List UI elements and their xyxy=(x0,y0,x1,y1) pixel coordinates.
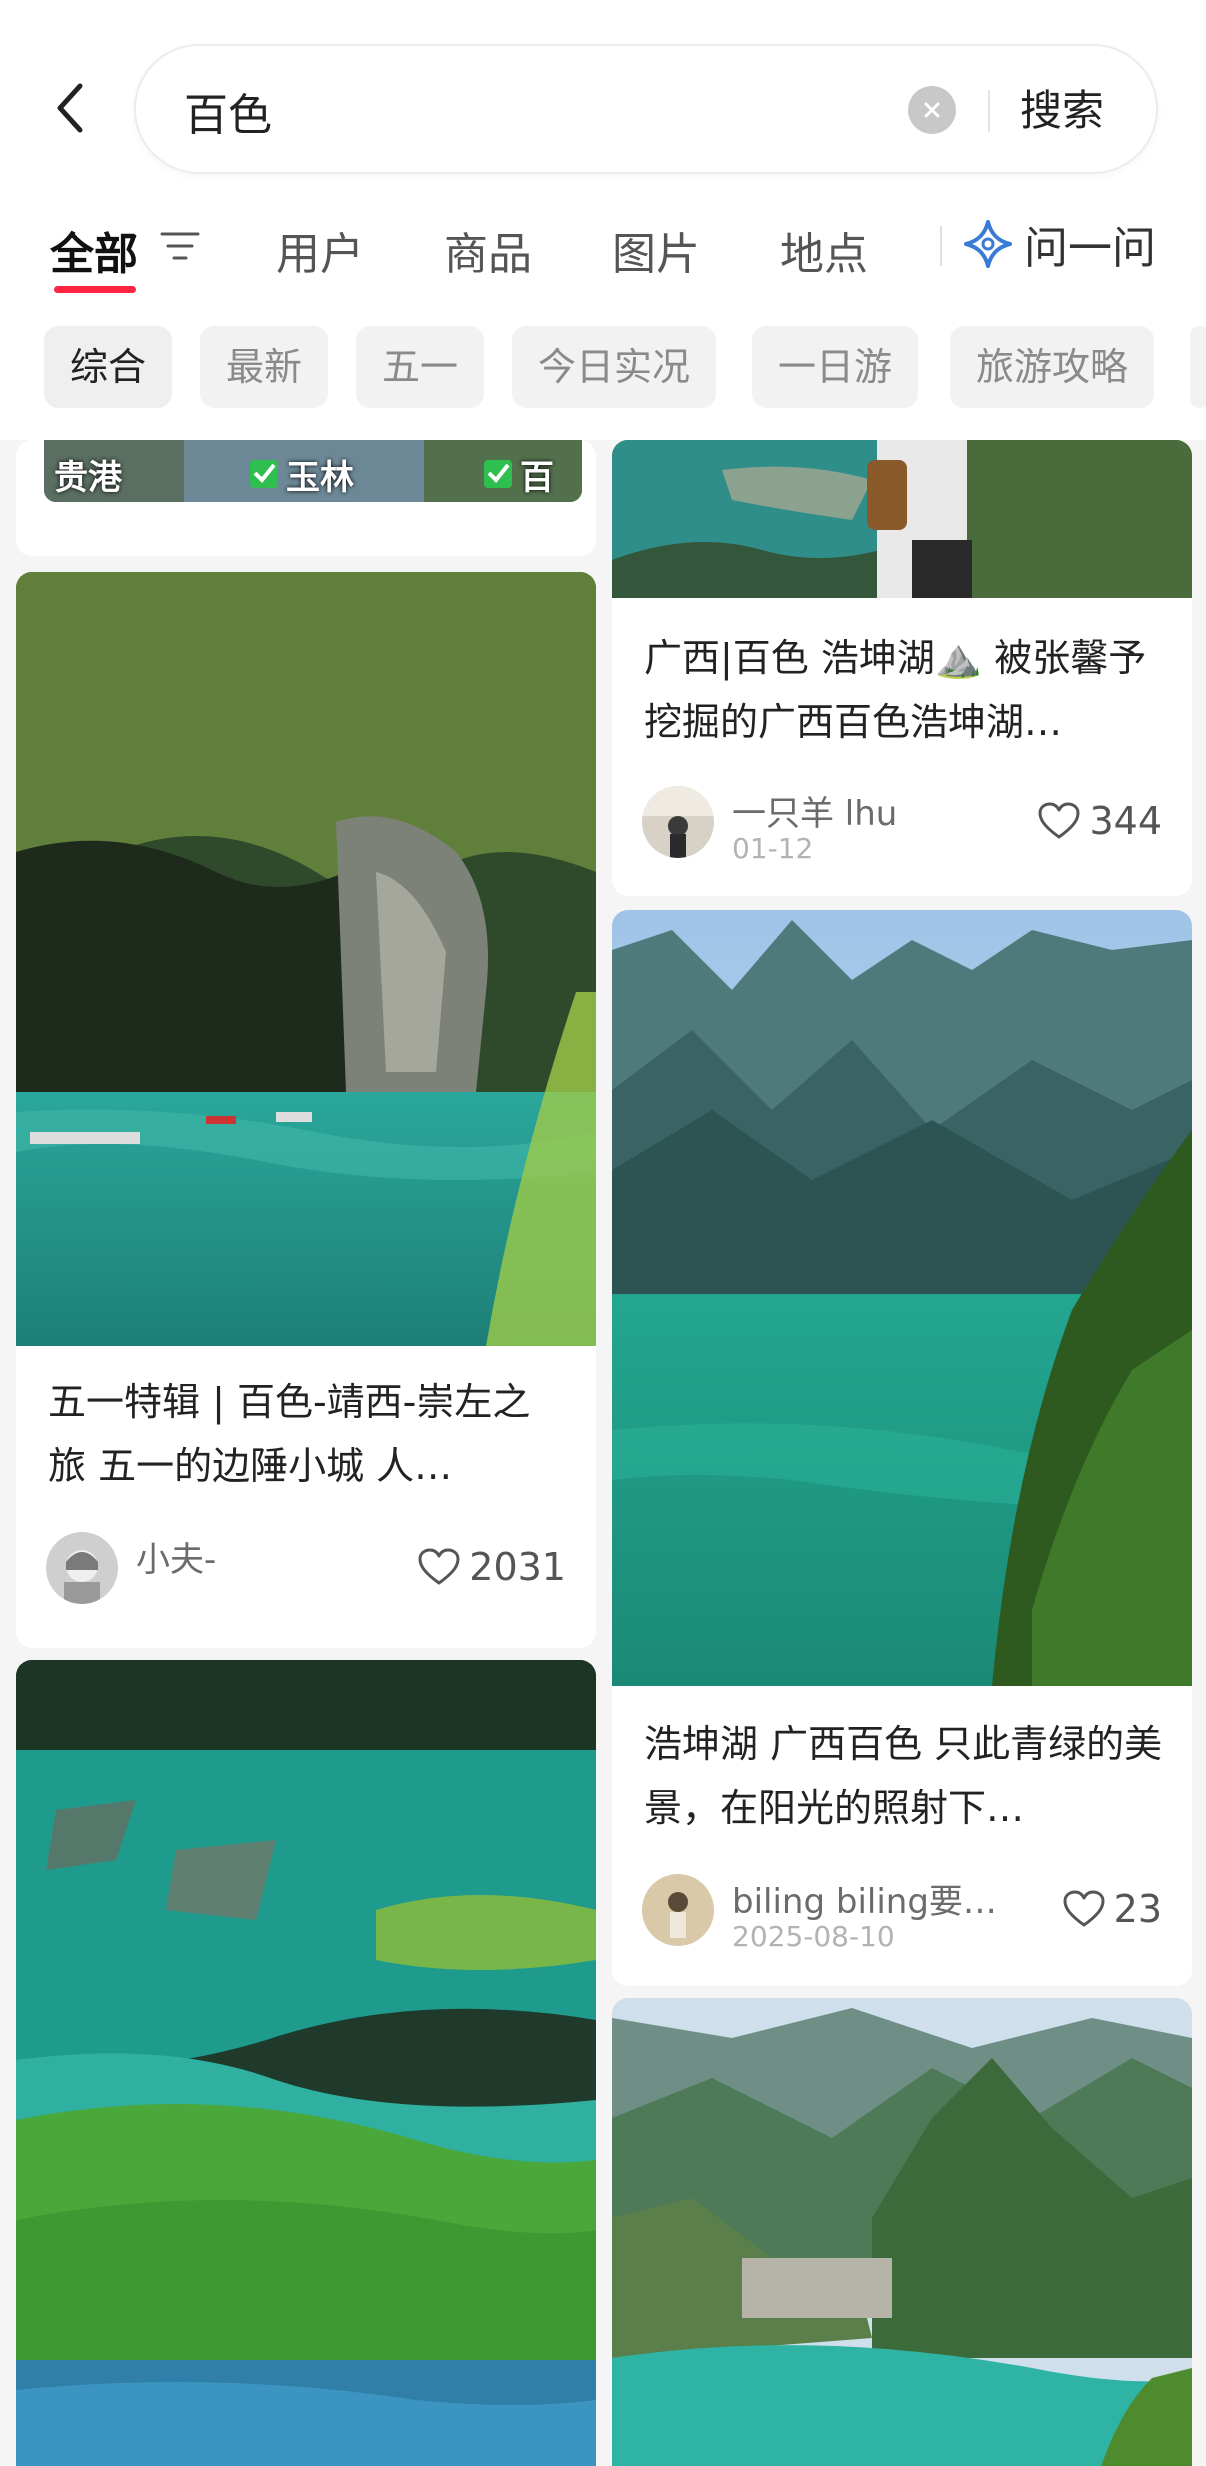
like-count: 2031 xyxy=(469,1545,566,1589)
card-title: 五一特辑 | 百色-靖西-崇左之旅 五一的边陲小城 人… xyxy=(48,1380,531,1488)
avatar[interactable] xyxy=(642,786,714,858)
card-title: 浩坤湖 广西百色 只此青绿的美景，在阳光的照射下… xyxy=(644,1722,1163,1830)
card-image xyxy=(16,1660,596,2466)
tab-products[interactable]: 商品 xyxy=(444,218,532,282)
author-name[interactable]: 小夫- xyxy=(136,1532,216,1581)
chip-travel-guide[interactable]: 旅游攻略 xyxy=(950,326,1155,408)
author-row: 小夫- 2031 xyxy=(46,1532,566,1612)
chip-may-day[interactable]: 五一 xyxy=(356,326,485,408)
note-card[interactable]: 浩坤湖 广西百色 只此青绿的美景，在阳光的照射下… biling biling要… xyxy=(612,910,1192,1986)
ask-label: 问一问 xyxy=(1024,223,1156,274)
note-card[interactable]: 广西|百色 浩坤湖⛰️ 被张馨予挖掘的广西百色浩坤湖… 一只羊 lhu 01-1… xyxy=(612,440,1192,896)
heart-icon xyxy=(1063,1890,1105,1927)
like-button[interactable]: 344 xyxy=(1037,796,1162,846)
partial-card-top-left[interactable]: 贵港 玉林 百 xyxy=(16,440,596,556)
sparkle-icon xyxy=(964,220,1012,268)
chip-latest[interactable]: 最新 xyxy=(200,326,329,408)
tab-separator xyxy=(940,226,942,266)
like-button[interactable]: 23 xyxy=(1062,1884,1162,1934)
overlay-label: 贵港 xyxy=(54,458,122,498)
avatar[interactable] xyxy=(46,1532,118,1604)
chip-comprehensive[interactable]: 综合 xyxy=(44,326,173,408)
overlay-label: 玉林 xyxy=(286,458,354,498)
tab-all[interactable]: 全部 xyxy=(50,218,138,282)
card-image xyxy=(612,1998,1192,2466)
note-card[interactable] xyxy=(16,1660,596,2466)
chip-more[interactable] xyxy=(1190,326,1206,408)
card-image xyxy=(612,910,1192,1686)
tab-images[interactable]: 图片 xyxy=(612,218,700,282)
card-image xyxy=(16,572,596,1346)
category-tabs: 全部 用户 商品 图片 地点 问一问 xyxy=(0,210,1206,300)
results-feed: 贵港 玉林 百 广西|百色 浩坤湖⛰️ 被张馨予挖掘的广西百色浩坤湖… 一只羊 … xyxy=(0,440,1206,2466)
close-icon xyxy=(924,102,940,118)
tab-users[interactable]: 用户 xyxy=(276,218,364,282)
active-tab-indicator xyxy=(54,286,136,293)
search-input[interactable] xyxy=(184,76,884,146)
note-card[interactable] xyxy=(612,1998,1192,2466)
ask-button[interactable]: 问一问 xyxy=(962,214,1156,274)
search-button[interactable]: 搜索 xyxy=(1020,80,1104,142)
heart-icon xyxy=(1038,802,1080,839)
back-button[interactable] xyxy=(44,76,96,140)
chip-today-live[interactable]: 今日实况 xyxy=(512,326,717,408)
like-button[interactable]: 2031 xyxy=(417,1542,566,1592)
card-title: 广西|百色 浩坤湖⛰️ 被张馨予挖掘的广西百色浩坤湖… xyxy=(644,636,1147,744)
note-card[interactable]: 五一特辑 | 百色-靖西-崇左之旅 五一的边陲小城 人… 小夫- 2031 xyxy=(16,572,596,1648)
filter-icon[interactable] xyxy=(160,226,200,266)
top-bar: 搜索 全部 用户 商品 图片 地点 问一问 综合 最新 五一 今日实况 一日游 … xyxy=(0,0,1206,440)
overlay-label: 百 xyxy=(520,458,554,498)
author-row: biling biling要… 2025-08-10 23 xyxy=(642,1874,1162,1954)
post-date: 2025-08-10 xyxy=(732,1920,895,1953)
chip-day-trip[interactable]: 一日游 xyxy=(752,326,919,408)
search-divider xyxy=(988,90,990,132)
author-name[interactable]: biling biling要… xyxy=(732,1874,997,1923)
post-date: 01-12 xyxy=(732,832,814,865)
clear-search-button[interactable] xyxy=(908,86,956,134)
author-row: 一只羊 lhu 01-12 344 xyxy=(642,786,1162,866)
chevron-left-icon xyxy=(57,83,83,133)
like-count: 23 xyxy=(1113,1887,1162,1931)
search-box[interactable]: 搜索 xyxy=(134,44,1158,174)
avatar[interactable] xyxy=(642,1874,714,1946)
card-image: 贵港 玉林 百 xyxy=(44,440,582,502)
filter-chips: 综合 最新 五一 今日实况 一日游 旅游攻略 xyxy=(0,326,1206,410)
heart-icon xyxy=(418,1548,460,1585)
author-name[interactable]: 一只羊 lhu xyxy=(732,786,897,835)
card-image xyxy=(612,440,1192,598)
tab-places[interactable]: 地点 xyxy=(780,218,868,282)
like-count: 344 xyxy=(1089,799,1162,843)
